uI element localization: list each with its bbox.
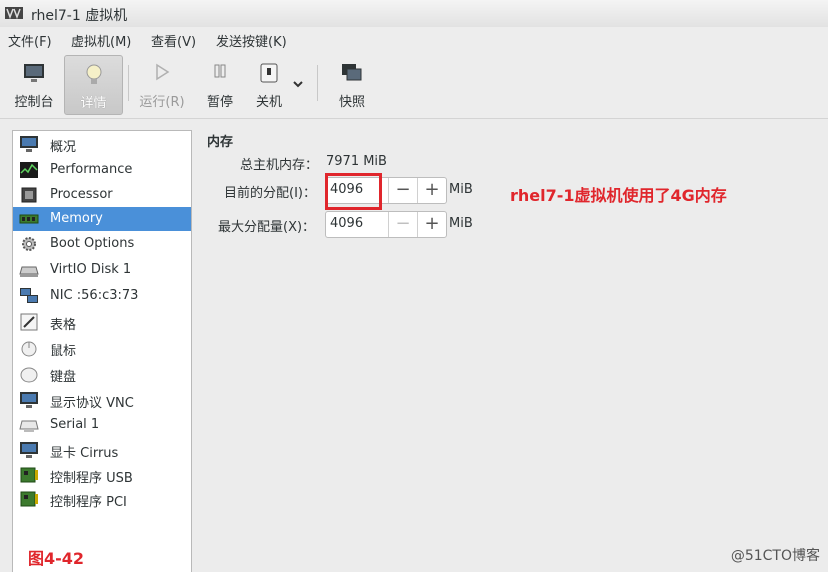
unit-label: MiB	[449, 216, 473, 231]
sidebar-item-mouse[interactable]: 鼠标	[13, 336, 191, 360]
tablet-icon	[20, 313, 38, 331]
snapshot-icon	[342, 64, 362, 81]
serial-icon	[19, 420, 39, 432]
mouse-icon	[21, 341, 37, 357]
sidebar-item-nic[interactable]: NIC :56:c3:73	[13, 284, 191, 308]
pause-icon	[214, 64, 226, 78]
unit-label: MiB	[449, 182, 473, 197]
sidebar-item-video[interactable]: 显卡 Cirrus	[13, 438, 191, 462]
console-label: 控制台	[14, 95, 54, 110]
sidebar-item-usb-controller[interactable]: 控制程序 USB	[13, 463, 191, 487]
decrement-button[interactable]: −	[388, 212, 417, 237]
sidebar-item-label: 控制程序 PCI	[50, 495, 127, 510]
host-memory-value: 7971 MiB	[326, 154, 387, 169]
max-allocation-input[interactable]: 4096	[330, 216, 363, 231]
hardware-list: 概况 Performance Processor Memory Boot Opt…	[12, 130, 192, 572]
keyboard-icon	[20, 367, 38, 383]
increment-button[interactable]: +	[417, 212, 446, 237]
highlight-box	[325, 173, 382, 210]
sidebar-item-label: 表格	[50, 318, 77, 333]
menubar: 文件(F) 虚拟机(M) 查看(V) 发送按键(K)	[0, 27, 828, 51]
sidebar-item-label: 键盘	[50, 370, 77, 385]
display-icon	[20, 392, 38, 408]
sidebar-item-serial[interactable]: Serial 1	[13, 413, 191, 437]
controller-icon	[20, 467, 38, 483]
menu-send-key[interactable]: 发送按键(K)	[216, 31, 287, 50]
memory-icon	[19, 214, 39, 224]
monitor-icon	[24, 64, 44, 82]
details-button[interactable]: 详情	[64, 55, 123, 115]
sidebar-item-label: 概况	[50, 140, 77, 155]
decrement-button[interactable]: −	[388, 178, 417, 203]
overview-icon	[20, 136, 38, 152]
window-titlebar: rhel7-1 虚拟机	[0, 0, 828, 28]
sidebar-item-processor[interactable]: Processor	[13, 183, 191, 207]
sidebar-item-pci-controller[interactable]: 控制程序 PCI	[13, 487, 191, 511]
sidebar-item-label: VirtIO Disk 1	[50, 262, 132, 277]
sidebar-item-label: 显卡 Cirrus	[50, 446, 119, 461]
menu-file[interactable]: 文件(F)	[8, 31, 52, 50]
video-icon	[20, 442, 38, 458]
sidebar-item-label: Processor	[50, 187, 113, 202]
shutdown-button[interactable]: 关机	[250, 55, 288, 113]
shutdown-dropdown[interactable]	[290, 55, 306, 113]
chevron-down-icon	[293, 81, 303, 88]
sidebar-item-label: NIC :56:c3:73	[50, 288, 139, 303]
sidebar-item-label: 显示协议 VNC	[50, 396, 134, 411]
toolbar-separator	[128, 65, 129, 101]
sidebar-item-label: Serial 1	[50, 417, 100, 432]
sidebar-item-label: 鼠标	[50, 344, 77, 359]
power-icon	[260, 63, 278, 83]
lightbulb-icon	[86, 64, 101, 84]
run-button[interactable]: 运行(R)	[136, 55, 188, 113]
host-memory-label: 总主机内存：	[240, 158, 319, 173]
snapshot-label: 快照	[338, 95, 365, 110]
window-title: rhel7-1 虚拟机	[31, 8, 128, 24]
annotation-text: rhel7-1虚拟机使用了4G内存	[510, 186, 727, 205]
sidebar-item-label: 控制程序 USB	[50, 471, 133, 486]
shutdown-label: 关机	[255, 95, 282, 110]
pause-button[interactable]: 暂停	[200, 55, 240, 113]
network-icon	[20, 288, 38, 303]
toolbar: 控制台 详情 运行(R) 暂停 关机 快照	[0, 51, 828, 119]
run-label: 运行(R)	[139, 95, 185, 110]
pause-label: 暂停	[206, 95, 233, 110]
sidebar-item-tablet[interactable]: 表格	[13, 310, 191, 334]
sidebar-item-label: Memory	[50, 211, 103, 226]
sidebar-item-performance[interactable]: Performance	[13, 158, 191, 182]
gear-icon	[22, 237, 36, 251]
toolbar-separator	[317, 65, 318, 101]
sidebar-item-boot-options[interactable]: Boot Options	[13, 232, 191, 256]
processor-icon	[21, 187, 37, 203]
increment-button[interactable]: +	[417, 178, 446, 203]
sidebar-item-overview[interactable]: 概况	[13, 132, 191, 156]
sidebar-item-keyboard[interactable]: 键盘	[13, 362, 191, 386]
virt-manager-icon	[5, 7, 23, 19]
performance-icon	[20, 162, 38, 178]
figure-label: 图4-42	[28, 549, 85, 568]
sidebar-item-disk[interactable]: VirtIO Disk 1	[13, 258, 191, 282]
sidebar-item-label: Performance	[50, 162, 133, 177]
snapshot-button[interactable]: 快照	[330, 55, 374, 113]
watermark: @51CTO博客	[730, 548, 820, 564]
max-allocation-spinner[interactable]: 4096 − +	[325, 211, 447, 238]
console-button[interactable]: 控制台	[8, 55, 60, 113]
section-title: 内存	[207, 135, 234, 150]
controller-icon	[20, 491, 38, 507]
max-allocation-label: 最大分配量(X)：	[218, 220, 316, 235]
memory-details-panel: 内存 总主机内存： 7971 MiB 目前的分配(I)： 4096 − + Mi…	[200, 120, 828, 571]
sidebar-item-memory[interactable]: Memory	[13, 207, 191, 231]
menu-view[interactable]: 查看(V)	[151, 31, 196, 50]
menu-vm[interactable]: 虚拟机(M)	[71, 31, 131, 50]
details-label: 详情	[80, 96, 107, 111]
sidebar-item-label: Boot Options	[50, 236, 135, 251]
play-icon	[156, 63, 170, 81]
disk-icon	[19, 266, 39, 277]
current-allocation-label: 目前的分配(I)：	[224, 186, 316, 201]
sidebar-item-display[interactable]: 显示协议 VNC	[13, 388, 191, 412]
